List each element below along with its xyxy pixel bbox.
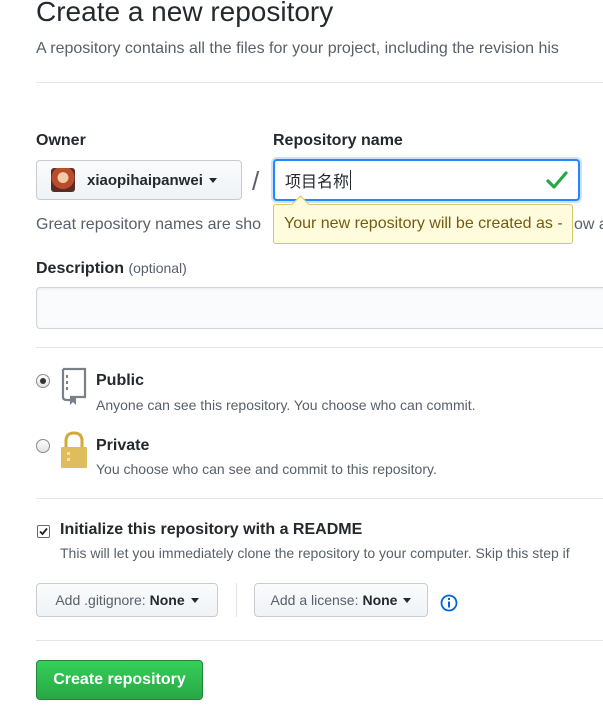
repo-book-icon — [61, 367, 87, 405]
divider — [36, 82, 603, 83]
visibility-radio-private[interactable] — [36, 439, 50, 453]
chevron-down-icon — [208, 177, 217, 183]
checkbox-check-icon — [39, 527, 48, 536]
owner-repo-separator: / — [252, 166, 260, 196]
page-subtitle: A repository contains all the files for … — [36, 40, 559, 57]
description-label-text: Description — [36, 260, 125, 277]
owner-value: xiaopihaipanwei — [87, 171, 203, 189]
gitignore-value: None — [149, 592, 185, 608]
info-icon[interactable] — [440, 594, 458, 612]
create-repository-label: Create repository — [53, 671, 186, 688]
tooltip-text: Your new repository will be created as - — [284, 215, 563, 232]
description-label: Description (optional) — [36, 260, 187, 278]
gitignore-label: Add .gitignore: — [55, 592, 146, 608]
visibility-private-note: You choose who can see and commit to thi… — [96, 461, 437, 477]
checkmark-icon — [546, 171, 568, 189]
gitignore-select[interactable]: Add .gitignore: None — [36, 583, 218, 617]
divider — [36, 640, 603, 641]
description-input[interactable] — [36, 287, 603, 329]
owner-select[interactable]: xiaopihaipanwei — [36, 160, 242, 200]
readme-title: Initialize this repository with a README — [60, 521, 363, 538]
repo-name-helper-text: Great repository names are sho — [36, 216, 261, 233]
license-value: None — [362, 592, 398, 608]
license-select[interactable]: Add a license: None — [254, 583, 428, 617]
repo-name-value: 项目名称 — [285, 174, 350, 191]
readme-checkbox[interactable] — [37, 525, 50, 538]
repo-name-input[interactable]: 项目名称 — [273, 159, 580, 201]
license-label: Add a license: — [270, 592, 359, 608]
visibility-radio-public[interactable] — [36, 374, 50, 388]
vertical-divider — [236, 583, 237, 617]
lock-icon — [61, 431, 87, 468]
text-cursor — [350, 170, 352, 190]
repo-name-helper-tail: ow a — [574, 216, 603, 233]
page-title: Create a new repository — [36, 0, 334, 27]
avatar — [51, 168, 75, 192]
visibility-public-note: Anyone can see this repository. You choo… — [96, 397, 476, 413]
optional-note: (optional) — [128, 260, 187, 276]
chevron-down-icon — [403, 597, 412, 603]
visibility-public-title: Public — [96, 372, 145, 389]
create-repository-button[interactable]: Create repository — [36, 660, 203, 700]
visibility-private-title: Private — [96, 437, 150, 454]
divider — [36, 498, 603, 499]
repo-name-tooltip: Your new repository will be created as - — [273, 204, 573, 244]
owner-label: Owner — [36, 132, 86, 149]
chevron-down-icon — [190, 597, 199, 603]
repo-name-label: Repository name — [273, 132, 403, 149]
readme-note: This will let you immediately clone the … — [60, 545, 570, 561]
divider — [36, 347, 603, 348]
